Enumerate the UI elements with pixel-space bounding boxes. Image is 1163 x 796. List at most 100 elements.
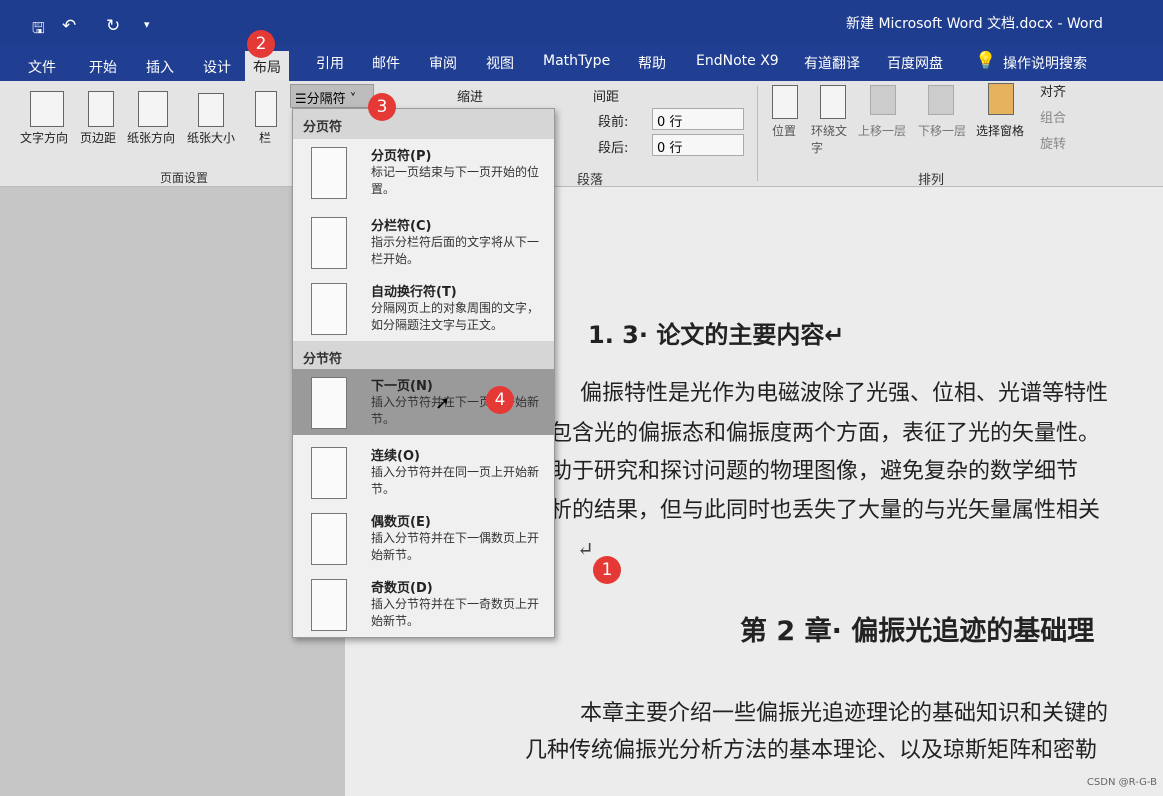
breaks-label: 分隔符 [306,92,346,107]
paragraph-line: 几种传统偏振光分析方法的基本理论、以及琼斯矩阵和密勒 [525,738,1098,763]
paragraph-line: 本章主要介绍一些偏振光追迹理论的基础知识和关键的 [580,701,1109,726]
breaks-button[interactable]: ☰分隔符 ˅ [290,84,374,108]
tab-baidu[interactable]: 百度网盘 [887,53,943,73]
section-breaks-header: 分节符 [293,341,554,371]
columns-button[interactable]: 栏 [259,129,271,146]
indent-label: 缩进 [457,90,484,105]
item-title: 分页符(P) [371,149,432,164]
tab-help[interactable]: 帮助 [638,53,666,73]
tab-youdao[interactable]: 有道翻译 [804,53,860,73]
section-heading: 1. 3· 论文的主要内容↵ [588,321,845,349]
paragraph-line: 包含光的偏振态和偏振度两个方面，表征了光的矢量性。 [550,421,1101,446]
send-backward-icon [928,85,954,115]
send-backward-button[interactable]: 下移一层 [918,122,966,139]
continuous-icon [311,447,347,499]
divider [757,86,758,181]
orientation-button[interactable]: 纸张方向 [127,129,175,146]
page-breaks-header: 分页符 [293,109,554,139]
tab-mathtype[interactable]: MathType [543,53,610,69]
item-desc: 插入分节符并在下一奇数页上开始新节。 [371,597,540,628]
item-desc: 插入分节符并在同一页上开始新节。 [371,465,540,496]
tab-endnote[interactable]: EndNote X9 [696,53,779,69]
mouse-cursor-icon: ➚ [435,393,451,414]
tab-home[interactable]: 开始 [89,57,117,77]
arrange-group-label: 排列 [918,173,945,188]
odd-page-icon [311,579,347,631]
item-title: 自动换行符(T) [371,285,457,300]
menu-item-column-break[interactable]: 分栏符(C) 指示分栏符后面的文字将从下一栏开始。 [293,209,554,281]
group-button[interactable]: 组合 [1040,107,1066,126]
paragraph-line: 助于研究和探讨问题的物理图像，避免复杂的数学细节 [550,459,1079,484]
ribbon-tabs: 文件 开始 插入 设计 布局 引用 邮件 审阅 视图 MathType 帮助 E… [0,45,1163,81]
paragraph-group-label: 段落 [577,173,604,188]
item-desc: 插入分节符并在下一页上开始新节。 [371,395,540,426]
column-break-icon [311,217,347,269]
even-page-icon [311,513,347,565]
page-break-icon [311,147,347,199]
item-desc: 插入分节符并在下一偶数页上开始新节。 [371,531,540,562]
rotate-button[interactable]: 旋转 [1040,133,1066,152]
columns-icon [255,91,277,127]
space-after-input[interactable]: 0 行 [652,134,744,156]
menu-item-odd-page[interactable]: 奇数页(D) 插入分节符并在下一奇数页上开始新节。 [293,571,554,643]
tab-review[interactable]: 审阅 [429,53,457,73]
annotation-badge: 4 [486,386,514,414]
item-title: 连续(O) [371,449,420,464]
menu-item-even-page[interactable]: 偶数页(E) 插入分节符并在下一偶数页上开始新节。 [293,505,554,577]
size-icon [198,93,224,127]
paragraph-line: 偏振特性是光作为电磁波除了光强、位相、光谱等特性 [580,381,1109,406]
item-title: 偶数页(E) [371,515,431,530]
position-icon [772,85,798,119]
bring-forward-icon [870,85,896,115]
spacing-label: 间距 [593,90,620,105]
margins-icon [88,91,114,127]
selection-pane-icon [988,83,1014,115]
item-title: 分栏符(C) [371,219,432,234]
position-button[interactable]: 位置 [772,122,796,139]
redo-icon[interactable]: ↻ [106,16,120,36]
tab-references[interactable]: 引用 [316,53,344,73]
annotation-badge: 2 [247,30,275,58]
watermark: CSDN @R-G-B [1086,777,1157,788]
margins-button[interactable]: 页边距 [80,129,116,146]
item-desc: 分隔网页上的对象周围的文字，如分隔题注文字与正文。 [371,301,540,332]
breaks-dropdown-menu: 分页符 分页符(P) 标记一页结束与下一页开始的位置。 分栏符(C) 指示分栏符后面… [292,108,555,638]
chapter-heading: 第 2 章· 偏振光追迹的基础理 [740,616,1095,647]
annotation-badge: 3 [368,93,396,121]
align-button[interactable]: 对齐 [1040,81,1066,100]
tab-insert[interactable]: 插入 [146,57,174,77]
space-before-input[interactable]: 0 行 [652,108,744,130]
paragraph-line: 析的结果，但与此同时也丢失了大量的与光矢量属性相关 [550,498,1101,523]
tell-me-search[interactable]: 操作说明搜索 [1003,53,1087,73]
text-direction-button[interactable]: 文字方向 [20,129,68,146]
wrap-text-icon [820,85,846,119]
item-title: 下一页(N) [371,379,433,394]
breaks-icon: ☰ [295,92,307,107]
space-after-label: 段后: [598,141,629,156]
next-page-icon [311,377,347,429]
menu-item-continuous[interactable]: 连续(O) 插入分节符并在同一页上开始新节。 [293,439,554,511]
bring-forward-button[interactable]: 上移一层 [858,122,906,139]
window-title: 新建 Microsoft Word 文档.docx - Word [846,16,1103,32]
title-bar: 🖫 ↶ ↻ ▾ 新建 Microsoft Word 文档.docx - Word [0,0,1163,45]
tab-view[interactable]: 视图 [486,53,514,73]
page-setup-group-label: 页面设置 [160,171,209,185]
menu-item-text-wrapping[interactable]: 自动换行符(T) 分隔网页上的对象周围的文字，如分隔题注文字与正文。 [293,275,554,347]
size-button[interactable]: 纸张大小 [187,129,235,146]
wrap-text-button[interactable]: 环绕文字 [811,122,851,156]
tab-file[interactable]: 文件 [28,57,56,77]
menu-item-page-break[interactable]: 分页符(P) 标记一页结束与下一页开始的位置。 [293,139,554,211]
undo-icon[interactable]: ↶ [62,16,76,36]
customize-qat-icon[interactable]: ▾ [144,18,150,31]
item-desc: 标记一页结束与下一页开始的位置。 [371,165,540,196]
space-before-label: 段前: [598,115,629,130]
text-wrapping-icon [311,283,347,335]
tab-mailings[interactable]: 邮件 [372,53,400,73]
save-icon[interactable]: 🖫 [32,18,45,43]
item-desc: 指示分栏符后面的文字将从下一栏开始。 [371,235,540,266]
item-title: 奇数页(D) [371,581,433,596]
selection-pane-button[interactable]: 选择窗格 [976,122,1024,139]
orientation-icon [138,91,168,127]
menu-item-next-page[interactable]: 下一页(N) 插入分节符并在下一页上开始新节。 [293,369,554,435]
tab-design[interactable]: 设计 [203,57,231,77]
